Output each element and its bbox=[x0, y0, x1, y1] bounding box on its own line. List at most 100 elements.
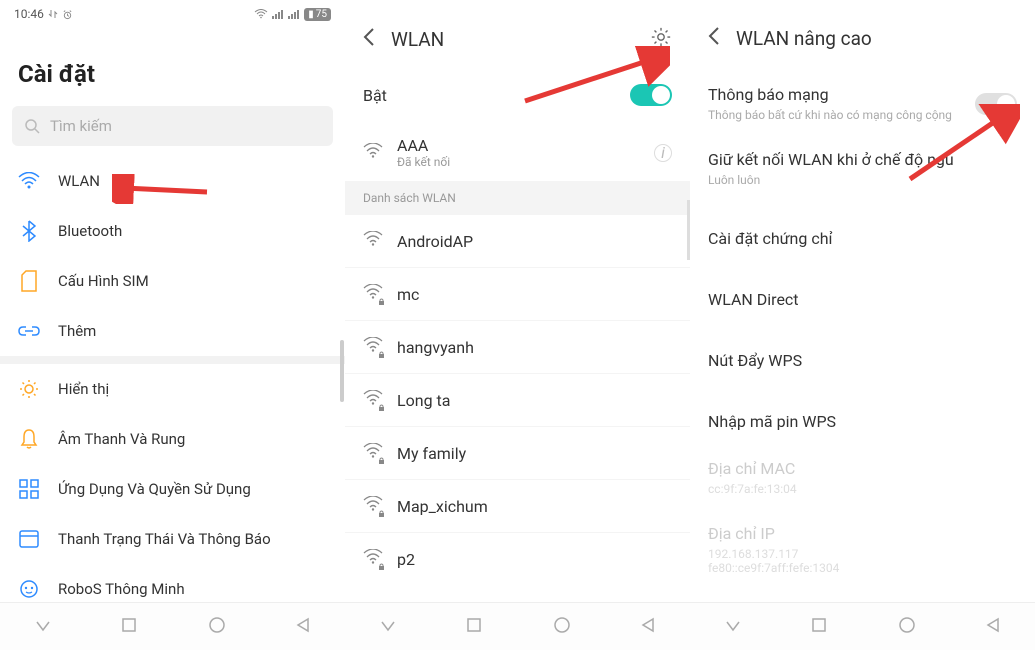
notify-title: Thông báo mạng bbox=[708, 85, 965, 104]
nav-recent-icon[interactable] bbox=[466, 617, 482, 637]
settings-gear-button[interactable] bbox=[650, 26, 672, 52]
nav-back-icon[interactable] bbox=[986, 617, 1000, 637]
settings-item-more[interactable]: Thêm bbox=[0, 306, 345, 356]
settings-item-label: Âm Thanh Và Rung bbox=[58, 430, 185, 448]
wlan-toggle[interactable] bbox=[630, 84, 672, 106]
lock-icon bbox=[378, 510, 385, 517]
lock-icon bbox=[378, 404, 385, 411]
settings-item-bluetooth[interactable]: Bluetooth bbox=[0, 206, 345, 256]
ip-address-row: Địa chỉ IP 192.168.137.117 fe80::ce9f:7a… bbox=[690, 510, 1035, 589]
mac-value: cc:9f:7a:fe:13:04 bbox=[708, 482, 1017, 496]
alarm-icon bbox=[62, 9, 73, 20]
notify-toggle[interactable] bbox=[975, 93, 1017, 115]
settings-item-label: RoboS Thông Minh bbox=[58, 580, 185, 598]
settings-item-sim[interactable]: Cấu Hình SIM bbox=[0, 256, 345, 306]
wifi-name: p2 bbox=[397, 550, 415, 569]
settings-item-robos[interactable]: RoboS Thông Minh bbox=[0, 564, 345, 602]
wifi-name: hangvyanh bbox=[397, 338, 474, 357]
bluetooth-icon bbox=[22, 220, 36, 242]
nav-recent-icon[interactable] bbox=[121, 617, 137, 637]
header-title: WLAN bbox=[391, 28, 634, 51]
wifi-name: mc bbox=[397, 285, 419, 304]
page-title: Cài đặt bbox=[0, 28, 345, 106]
settings-item-label: WLAN bbox=[58, 172, 100, 190]
mac-address-row: Địa chỉ MAC cc:9f:7a:fe:13:04 bbox=[690, 445, 1035, 510]
wifi-icon bbox=[363, 143, 383, 159]
mac-title: Địa chỉ MAC bbox=[708, 459, 1017, 478]
status-time: 10:46 bbox=[14, 7, 44, 21]
enable-label: Bật bbox=[363, 86, 387, 105]
wifi-network-item[interactable]: Map_xichum bbox=[345, 480, 690, 533]
settings-item-statusbar[interactable]: Thanh Trạng Thái Và Thông Báo bbox=[0, 514, 345, 564]
wifi-network-item[interactable]: p2 bbox=[345, 533, 690, 585]
nav-back-icon[interactable] bbox=[641, 617, 655, 637]
settings-item-sound[interactable]: Âm Thanh Và Rung bbox=[0, 414, 345, 464]
wlan-panel: WLAN Bật AAA Đã kết nối i Danh sách WLAN… bbox=[345, 0, 690, 650]
wps-push-row[interactable]: Nút Đẩy WPS bbox=[690, 337, 1035, 384]
lock-icon bbox=[378, 298, 385, 305]
header: WLAN bbox=[345, 0, 690, 72]
wlan-enable-row: Bật bbox=[345, 72, 690, 124]
network-status: Đã kết nối bbox=[397, 155, 450, 169]
nav-menu-icon[interactable] bbox=[35, 617, 51, 636]
status-icon bbox=[19, 530, 39, 548]
wifi-list: AndroidAP mc hangvyanh Long ta My family… bbox=[345, 215, 690, 602]
network-notify-row[interactable]: Thông báo mạng Thông báo bất cứ khi nào … bbox=[690, 71, 1035, 136]
wifi-name: My family bbox=[397, 444, 466, 463]
info-icon[interactable]: i bbox=[654, 144, 672, 162]
sim-icon bbox=[21, 270, 37, 292]
back-button[interactable] bbox=[363, 27, 375, 52]
scroll-indicator[interactable] bbox=[340, 340, 344, 402]
direct-label: WLAN Direct bbox=[708, 290, 1017, 309]
nav-home-icon[interactable] bbox=[898, 616, 916, 638]
wifi-name: Map_xichum bbox=[397, 497, 488, 516]
lock-icon bbox=[378, 457, 385, 464]
lock-icon bbox=[378, 351, 385, 358]
nav-menu-icon[interactable] bbox=[725, 617, 741, 636]
back-button[interactable] bbox=[708, 26, 720, 51]
wlan-list-label: Danh sách WLAN bbox=[345, 181, 690, 215]
sleep-wlan-row[interactable]: Giữ kết nối WLAN khi ở chế độ ngủ Luôn l… bbox=[690, 136, 1035, 201]
wifi-network-item[interactable]: AndroidAP bbox=[345, 215, 690, 268]
wifi-network-item[interactable]: mc bbox=[345, 268, 690, 321]
nav-back-icon[interactable] bbox=[296, 617, 310, 637]
settings-item-wlan[interactable]: WLAN bbox=[0, 156, 345, 206]
wlan-advanced-panel: WLAN nâng cao Thông báo mạng Thông báo b… bbox=[690, 0, 1035, 650]
signal-icon bbox=[272, 9, 284, 19]
bell-icon bbox=[20, 428, 38, 450]
settings-item-label: Thanh Trạng Thái Và Thông Báo bbox=[58, 530, 271, 548]
search-input[interactable]: Tìm kiếm bbox=[12, 106, 333, 146]
apps-icon bbox=[19, 479, 39, 499]
cert-row[interactable]: Cài đặt chứng chỉ bbox=[690, 215, 1035, 262]
wifi-network-item[interactable]: hangvyanh bbox=[345, 321, 690, 374]
nav-home-icon[interactable] bbox=[208, 616, 226, 638]
settings-item-apps[interactable]: Ứng Dụng Và Quyền Sử Dụng bbox=[0, 464, 345, 514]
gear-icon bbox=[650, 26, 672, 48]
signal-icon-2 bbox=[288, 9, 300, 19]
wps-pin-row[interactable]: Nhập mã pin WPS bbox=[690, 398, 1035, 445]
sleep-sub: Luôn luôn bbox=[708, 173, 1017, 187]
nav-home-icon[interactable] bbox=[553, 616, 571, 638]
notify-sub: Thông báo bất cứ khi nào có mạng công cộ… bbox=[708, 108, 965, 122]
transfer-icon bbox=[48, 9, 58, 19]
settings-panel: 10:46 ▮75 Cài đặt Tìm kiếm WLAN Bluetoot… bbox=[0, 0, 345, 650]
connected-network[interactable]: AAA Đã kết nối i bbox=[345, 124, 690, 181]
cert-label: Cài đặt chứng chỉ bbox=[708, 229, 1017, 248]
wifi-network-item[interactable]: My family bbox=[345, 427, 690, 480]
wifi-network-item[interactable]: Long ta bbox=[345, 374, 690, 427]
wps-push-label: Nút Đẩy WPS bbox=[708, 351, 1017, 370]
nav-bar bbox=[345, 602, 690, 650]
wps-pin-label: Nhập mã pin WPS bbox=[708, 412, 1017, 431]
wifi-name: Long ta bbox=[397, 391, 450, 410]
settings-item-display[interactable]: Hiển thị bbox=[0, 364, 345, 414]
wlan-direct-row[interactable]: WLAN Direct bbox=[690, 276, 1035, 323]
nav-menu-icon[interactable] bbox=[380, 617, 396, 636]
ip-value: 192.168.137.117 fe80::ce9f:7aff:fefe:130… bbox=[708, 547, 1017, 575]
settings-item-label: Thêm bbox=[58, 322, 96, 340]
settings-item-label: Hiển thị bbox=[58, 380, 109, 398]
settings-item-label: Bluetooth bbox=[58, 222, 122, 240]
nav-recent-icon[interactable] bbox=[811, 617, 827, 637]
sleep-title: Giữ kết nối WLAN khi ở chế độ ngủ bbox=[708, 150, 1017, 169]
link-icon bbox=[18, 324, 40, 338]
nav-bar bbox=[690, 602, 1035, 650]
